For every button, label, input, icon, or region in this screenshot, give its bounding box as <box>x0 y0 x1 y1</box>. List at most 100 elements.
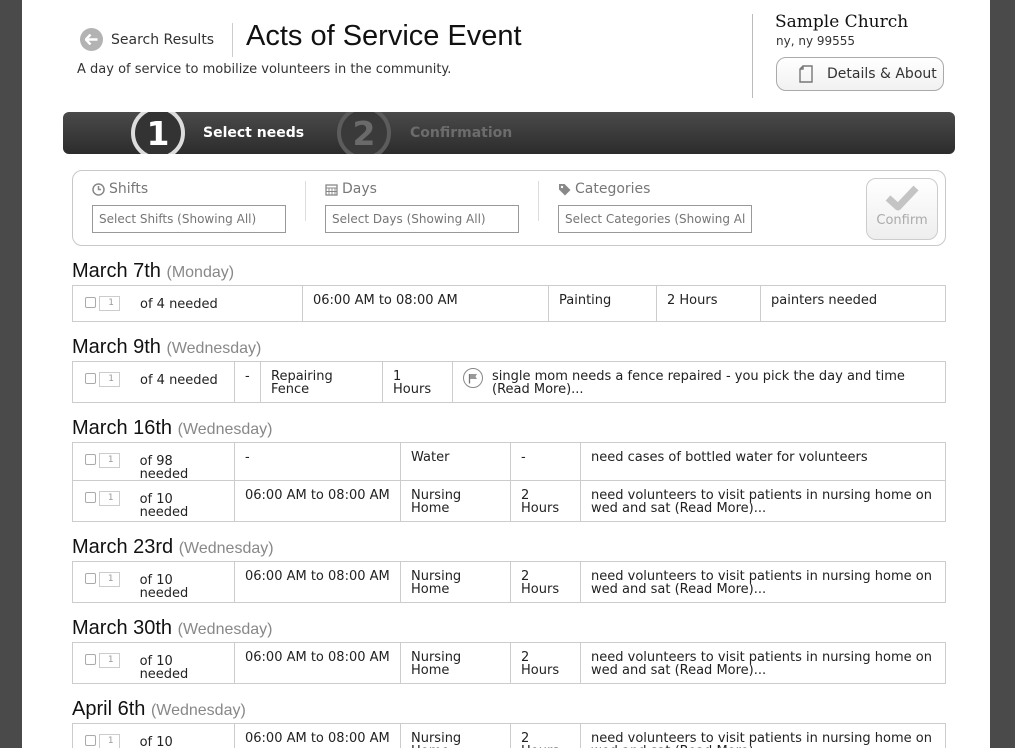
need-row: 1 of 10 needed 06:00 AM to 08:00 AM Nursing… <box>73 724 945 748</box>
need-duration: 2 Hours <box>521 650 560 678</box>
needed-count: of 10 needed <box>139 654 189 682</box>
need-time: - <box>245 450 250 465</box>
days-select[interactable] <box>325 205 519 233</box>
org-name: Sample Church <box>775 12 909 32</box>
quantity-input[interactable]: 1 <box>98 653 120 668</box>
weekday-label: (Wednesday) <box>166 340 262 357</box>
org-divider <box>752 14 753 98</box>
need-row: 1 of 98 needed - Water - need cases of bottle… <box>73 443 945 481</box>
needs-schedule: March 7th (Monday) 1 of 4 needed 06:00 AM t… <box>72 258 946 748</box>
date-heading: March 23rd (Wednesday) <box>72 534 946 561</box>
quantity-input[interactable]: 1 <box>98 453 120 468</box>
details-about-button[interactable]: Details & About <box>776 57 944 91</box>
need-time: 06:00 AM to 08:00 AM <box>245 569 390 584</box>
date-heading: March 30th (Wednesday) <box>72 615 946 642</box>
date-label: March 23rd <box>72 536 174 558</box>
weekday-label: (Wednesday) <box>178 540 274 557</box>
need-checkbox[interactable] <box>85 297 96 308</box>
needs-table: 1 of 4 needed - Repairing Fence 1 Hours sing… <box>72 361 946 403</box>
quantity-input[interactable]: 1 <box>99 296 120 311</box>
page-title: Acts of Service Event <box>246 20 522 52</box>
need-time: 06:00 AM to 08:00 AM <box>313 293 458 308</box>
date-heading: March 9th (Wednesday) <box>72 334 946 361</box>
event-description: A day of service to mobilize volunteers … <box>77 62 452 77</box>
date-group: March 9th (Wednesday) 1 of 4 needed - Repair… <box>72 334 946 403</box>
need-description: need volunteers to visit patients in nur… <box>591 731 932 748</box>
flag-icon[interactable] <box>463 368 483 388</box>
quantity-input[interactable]: 1 <box>98 734 120 748</box>
date-heading: March 7th (Monday) <box>72 258 946 285</box>
back-arrow-icon <box>80 28 103 51</box>
title-divider <box>232 23 233 57</box>
calendar-icon <box>325 183 338 196</box>
need-description: need volunteers to visit patients in nur… <box>591 569 932 597</box>
quantity-input[interactable]: 1 <box>99 372 120 387</box>
days-filter: Days <box>325 179 519 233</box>
need-duration: 2 Hours <box>521 731 559 748</box>
date-heading: March 16th (Wednesday) <box>72 415 946 442</box>
need-category: Nursing Home <box>411 569 462 597</box>
need-description: need cases of bottled water for voluntee… <box>591 450 868 465</box>
need-category: Nursing Home <box>411 488 462 516</box>
need-category: Water <box>411 450 450 465</box>
step-1-label: Select needs <box>203 125 305 141</box>
days-filter-label: Days <box>342 181 377 197</box>
need-row: 1 of 4 needed 06:00 AM to 08:00 AM Painting… <box>73 286 945 322</box>
weekday-label: (Wednesday) <box>150 702 246 719</box>
details-about-label: Details & About <box>827 66 937 82</box>
need-checkbox[interactable] <box>85 573 96 584</box>
date-group: March 23rd (Wednesday) 1 of 10 needed 06:00… <box>72 534 946 603</box>
confirm-button[interactable]: Confirm <box>866 178 938 240</box>
date-label: March 16th <box>72 417 173 439</box>
need-checkbox[interactable] <box>85 492 96 503</box>
quantity-input[interactable]: 1 <box>98 572 120 587</box>
filter-divider <box>305 181 306 221</box>
confirm-label: Confirm <box>876 213 928 228</box>
need-time: 06:00 AM to 08:00 AM <box>245 650 390 665</box>
step-1-number: 1 <box>131 112 185 154</box>
back-to-search-results-link[interactable]: Search Results <box>80 28 214 51</box>
needed-count: of 10 needed <box>139 735 173 748</box>
need-description: painters needed <box>771 293 878 308</box>
needs-table: 1 of 10 needed 06:00 AM to 08:00 AM Nursing… <box>72 642 946 684</box>
org-location: ny, ny 99555 <box>776 34 856 48</box>
need-row: 1 of 4 needed - Repairing Fence 1 Hours sing… <box>73 362 945 403</box>
date-group: March 7th (Monday) 1 of 4 needed 06:00 AM t… <box>72 258 946 322</box>
need-category: Nursing Home <box>411 731 462 748</box>
date-label: March 9th <box>72 336 161 358</box>
need-duration: 2 Hours <box>667 293 718 308</box>
need-checkbox[interactable] <box>85 373 96 384</box>
need-checkbox[interactable] <box>85 735 96 746</box>
need-description: need volunteers to visit patients in nur… <box>591 650 932 678</box>
quantity-input[interactable]: 1 <box>98 491 120 506</box>
needed-count: of 4 needed <box>140 297 218 312</box>
need-duration: - <box>521 450 526 465</box>
needed-count: of 10 needed <box>139 492 189 520</box>
categories-filter: Categories <box>558 179 752 233</box>
filter-divider <box>538 181 539 221</box>
need-checkbox[interactable] <box>85 454 96 465</box>
needs-table: 1 of 10 needed 06:00 AM to 08:00 AM Nursing… <box>72 723 946 748</box>
need-time: 06:00 AM to 08:00 AM <box>245 488 390 503</box>
weekday-label: (Wednesday) <box>177 421 273 438</box>
date-label: April 6th <box>72 698 146 720</box>
date-group: March 30th (Wednesday) 1 of 10 needed 06:00… <box>72 615 946 684</box>
weekday-label: (Wednesday) <box>177 621 273 638</box>
checkmark-icon <box>885 185 919 211</box>
need-category: Painting <box>559 293 612 308</box>
progress-steps: 1 Select needs 2 Confirmation <box>63 112 955 154</box>
back-label: Search Results <box>111 31 215 48</box>
shifts-select[interactable] <box>92 205 286 233</box>
needs-table: 1 of 10 needed 06:00 AM to 08:00 AM Nursing… <box>72 561 946 603</box>
need-row: 1 of 10 needed 06:00 AM to 08:00 AM Nursing… <box>73 481 945 522</box>
categories-select[interactable] <box>558 205 752 233</box>
need-duration: 2 Hours <box>521 569 560 597</box>
date-label: March 7th <box>72 260 161 282</box>
step-2-label: Confirmation <box>410 125 513 141</box>
need-checkbox[interactable] <box>85 654 96 665</box>
needs-table: 1 of 98 needed - Water - need cases of bottle… <box>72 442 946 522</box>
need-row: 1 of 10 needed 06:00 AM to 08:00 AM Nursing… <box>73 562 945 603</box>
filters-panel: Shifts Days Categories Confirm <box>72 170 946 246</box>
shifts-filter: Shifts <box>92 179 286 233</box>
date-group: March 16th (Wednesday) 1 of 98 needed - Wate… <box>72 415 946 522</box>
